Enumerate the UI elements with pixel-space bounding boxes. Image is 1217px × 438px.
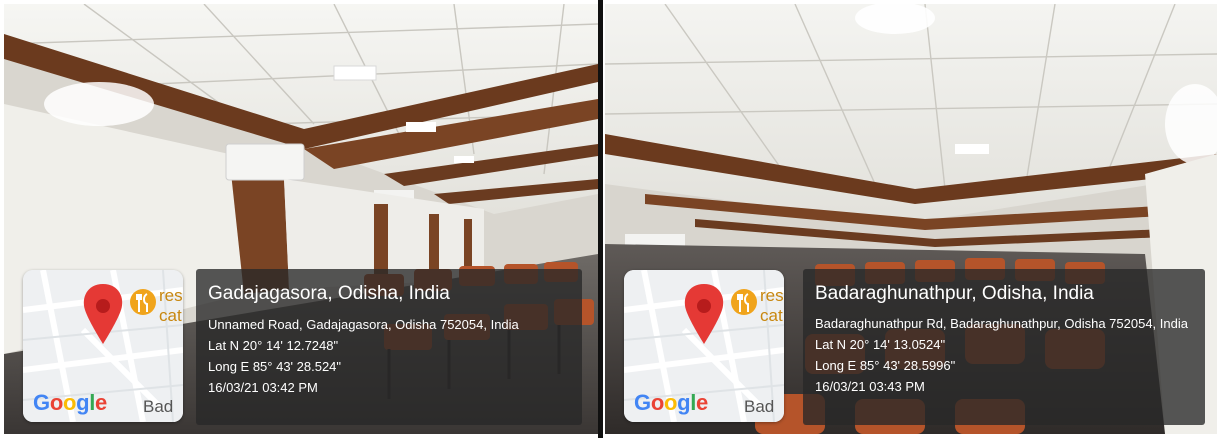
address-text: Badaraghunathpur Rd, Badaraghunathpur, O… xyxy=(815,316,1188,331)
latitude-text: Lat N 20° 14' 13.0524" xyxy=(815,337,946,352)
location-title: Gadajagasora, Odisha, India xyxy=(208,283,450,304)
photo-divider xyxy=(598,0,603,438)
geo-info-box: Badaraghunathpur, Odisha, India Badaragh… xyxy=(803,269,1205,425)
photo-left: res cat Google Bad Gadajagasora, Odisha, … xyxy=(4,4,598,434)
restaurant-icon xyxy=(130,289,156,315)
restaurant-icon xyxy=(731,289,757,315)
google-logo: Google xyxy=(33,390,107,415)
latitude-text: Lat N 20° 14' 12.7248" xyxy=(208,338,339,353)
google-logo: Google xyxy=(634,390,708,415)
map-poi-label: res cat xyxy=(159,286,183,325)
datetime-text: 16/03/21 03:42 PM xyxy=(208,380,318,395)
map-poi-label: res cat xyxy=(760,286,784,325)
address-text: Unnamed Road, Gadajagasora, Odisha 75205… xyxy=(208,317,519,332)
geo-info-box: Gadajagasora, Odisha, India Unnamed Road… xyxy=(196,269,582,425)
map-thumbnail[interactable]: res cat Google Bad xyxy=(624,270,784,422)
longitude-text: Long E 85° 43' 28.524" xyxy=(208,359,342,374)
longitude-text: Long E 85° 43' 28.5996" xyxy=(815,358,956,373)
map-area-label: Bad xyxy=(143,397,174,416)
photo-right: res cat Google Bad Badaraghunathpur, Odis… xyxy=(605,4,1217,434)
location-title: Badaraghunathpur, Odisha, India xyxy=(815,283,1094,304)
datetime-text: 16/03/21 03:43 PM xyxy=(815,379,925,394)
map-thumbnail[interactable]: res cat Google Bad xyxy=(23,270,183,422)
map-area-label: Bad xyxy=(744,397,775,416)
